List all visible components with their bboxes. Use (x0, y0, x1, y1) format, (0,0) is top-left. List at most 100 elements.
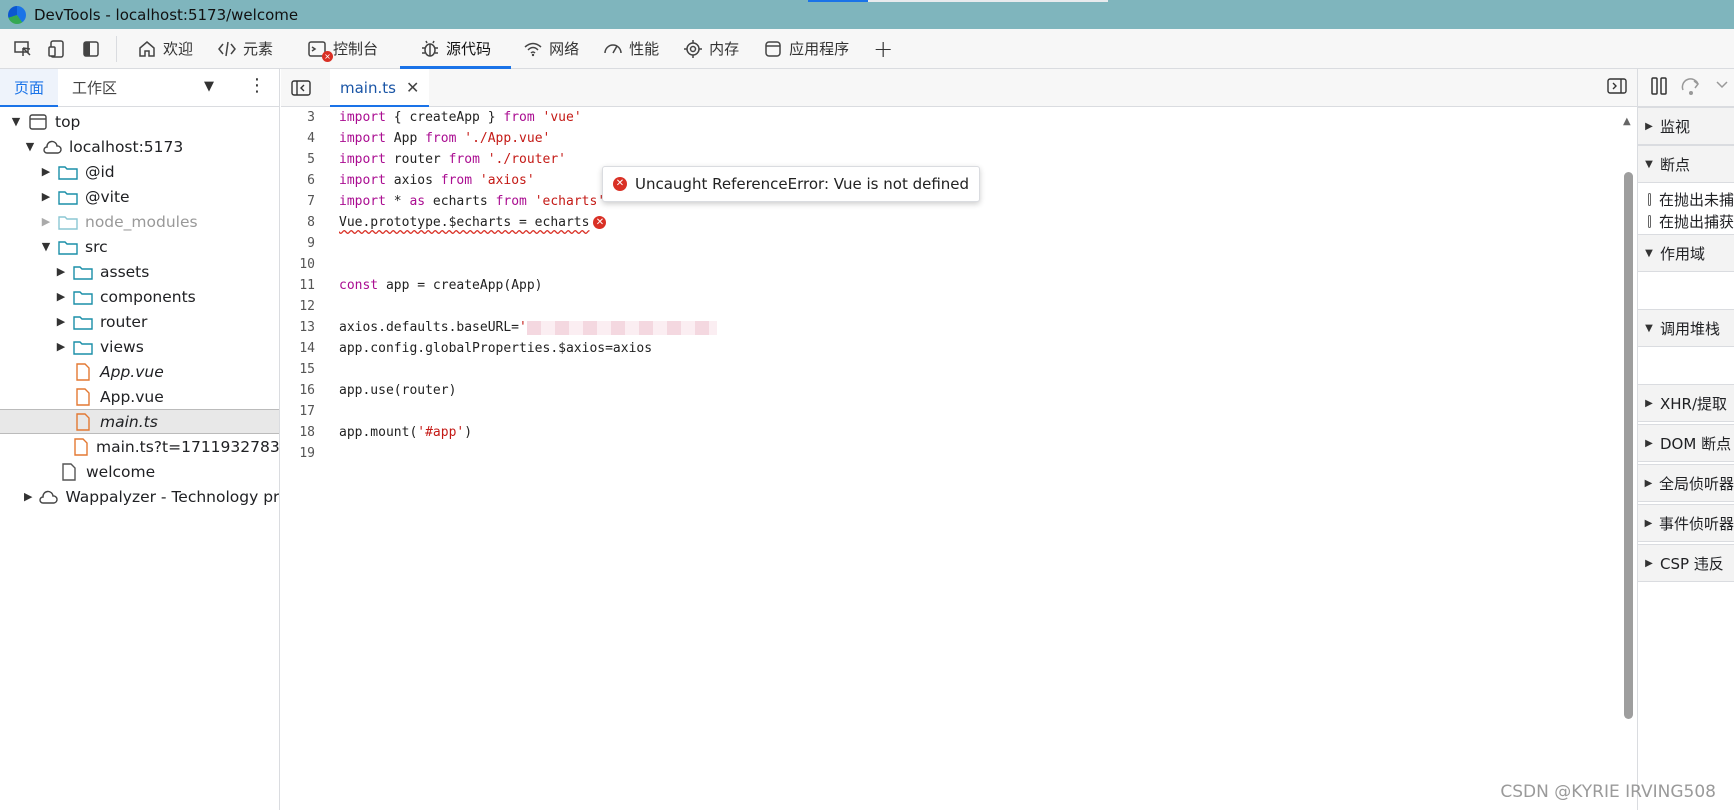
section-global-listeners[interactable]: ▶ 全局侦听器 (1638, 464, 1734, 502)
code-token: from (425, 131, 457, 146)
chevron-down-icon[interactable]: ▼ (204, 79, 214, 94)
line-number: 7 (307, 194, 315, 209)
section-csp-violations[interactable]: ▶ CSP 违反 (1638, 544, 1734, 582)
toggle-navigator-icon[interactable] (281, 79, 321, 96)
tab-label: 内存 (709, 40, 740, 58)
section-scope[interactable]: ▼ 作用域 (1638, 234, 1734, 272)
chip-icon (684, 39, 703, 58)
tree-node[interactable]: ▼ localhost:5173 (0, 134, 279, 159)
checkbox[interactable] (1648, 192, 1651, 206)
section-label: CSP 违反 (1660, 554, 1724, 573)
section-label: 事件侦听器 (1658, 514, 1734, 533)
section-xhr-breakpoints[interactable]: ▶ XHR/提取 (1638, 384, 1734, 422)
tree-node[interactable]: ▼ src (0, 234, 279, 259)
step-into-icon[interactable] (1714, 76, 1728, 100)
section-label: XHR/提取 (1660, 394, 1728, 413)
expanded-triangle-icon[interactable]: ▼ (40, 240, 52, 253)
tree-node[interactable]: App.vue (0, 359, 279, 384)
tree-node[interactable]: ▼ top (0, 109, 279, 134)
tree-node-label: @vite (85, 187, 130, 206)
expanded-triangle-icon[interactable]: ▼ (10, 115, 22, 128)
section-watch[interactable]: ▶ 监视 (1638, 107, 1734, 145)
code-token: app.config.globalProperties.$axios=axios (339, 341, 653, 356)
home-icon (139, 40, 155, 57)
tab-elements[interactable]: 元素 (205, 29, 285, 69)
error-marker-icon[interactable]: ✕ (593, 216, 607, 229)
tree-node[interactable]: ▶ Wappalyzer - Technology pro (0, 484, 279, 509)
file-tab-main-ts[interactable]: main.ts ✕ (330, 68, 430, 107)
tree-node-selected[interactable]: main.ts (0, 409, 279, 434)
section-label: 调用堆栈 (1660, 319, 1721, 338)
folder-icon (58, 238, 78, 256)
folder-icon (73, 263, 93, 281)
collapsed-triangle-icon[interactable]: ▶ (40, 190, 52, 203)
tree-node[interactable]: ▶ views (0, 334, 279, 359)
tree-node-label: top (55, 112, 81, 131)
pause-icon[interactable] (1650, 76, 1668, 100)
tab-label: 应用程序 (789, 40, 850, 58)
code-token: import (339, 194, 386, 209)
tree-node-label: views (100, 337, 144, 356)
code-token: from (503, 110, 535, 125)
tab-label: 源代码 (446, 40, 492, 58)
vertical-scrollbar[interactable] (1624, 172, 1633, 719)
error-tooltip: ✕ Uncaught ReferenceError: Vue is not de… (602, 166, 981, 202)
collapsed-triangle-icon[interactable]: ▶ (40, 215, 52, 228)
code-line-error: 8 Vue.prototype.$echarts = echarts ✕ (281, 212, 1637, 233)
tree-node[interactable]: App.vue (0, 384, 279, 409)
tab-performance[interactable]: 性能 (591, 29, 671, 69)
toggle-debugger-icon[interactable] (1607, 78, 1627, 98)
code-token: 'echarts' (534, 194, 606, 209)
tab-application[interactable]: 应用程序 (751, 29, 861, 69)
tree-node[interactable]: ▶ assets (0, 259, 279, 284)
code-token: from (448, 152, 480, 167)
pause-uncaught-option[interactable]: 在抛出未捕 (1638, 188, 1734, 210)
pause-caught-option[interactable]: 在抛出捕获 (1638, 210, 1734, 232)
code-token: as (409, 194, 426, 209)
tree-node[interactable]: ▶ components (0, 284, 279, 309)
inspect-element-icon[interactable] (6, 32, 40, 66)
code-area[interactable]: 3 import { createApp } from 'vue' 4 import… (281, 107, 1637, 464)
tree-node[interactable]: ▶ router (0, 309, 279, 334)
section-event-listeners[interactable]: ▶ 事件侦听器 (1638, 504, 1734, 542)
add-tool-button[interactable]: + (861, 29, 905, 69)
code-line: 18 app.mount('#app') (281, 422, 1637, 443)
collapsed-triangle-icon[interactable]: ▶ (55, 315, 67, 328)
tree-node-label: @id (85, 162, 115, 181)
tab-workspace[interactable]: 工作区 (58, 69, 131, 107)
section-callstack[interactable]: ▼ 调用堆栈 (1638, 309, 1734, 347)
debugger-pane: ▶ 监视 ▼ 断点 在抛出未捕 在抛出捕获 ▼ 作用域 ▼ 调用堆栈 ▶ XHR/提取 ▶… (1638, 69, 1734, 810)
section-breakpoints[interactable]: ▼ 断点 (1638, 145, 1734, 183)
step-over-icon[interactable] (1680, 76, 1702, 100)
edge-logo-icon (8, 5, 26, 24)
tab-sources[interactable]: 源代码 (400, 29, 512, 69)
checkbox[interactable] (1648, 214, 1651, 228)
tree-node[interactable]: ▶ @id (0, 159, 279, 184)
tab-memory[interactable]: 内存 (671, 29, 751, 69)
collapsed-triangle-icon[interactable]: ▶ (55, 340, 67, 353)
tree-node[interactable]: main.ts?t=17119327831 (0, 434, 279, 459)
collapsed-triangle-icon[interactable]: ▶ (40, 165, 52, 178)
expanded-triangle-icon: ▼ (1645, 322, 1653, 334)
scroll-up-arrow-icon[interactable]: ▲ (1623, 116, 1631, 127)
dock-side-icon[interactable] (74, 32, 108, 66)
line-number: 13 (299, 320, 315, 335)
tab-welcome[interactable]: 欢迎 (125, 29, 205, 69)
expanded-triangle-icon[interactable]: ▼ (24, 140, 36, 153)
tab-console[interactable]: × 控制台 (295, 29, 390, 69)
sources-navigator: 页面 工作区 ▼ ⋮ ▼ top ▼ localhost:5173 ▶ @id … (0, 68, 280, 810)
tab-network[interactable]: 网络 (511, 29, 591, 69)
more-options-icon[interactable]: ⋮ (248, 75, 266, 96)
toolbar-separator (116, 35, 117, 62)
collapsed-triangle-icon[interactable]: ▶ (55, 265, 67, 278)
collapsed-triangle-icon[interactable]: ▶ (24, 490, 32, 503)
tree-node[interactable]: welcome (0, 459, 279, 484)
tree-node[interactable]: ▶ @vite (0, 184, 279, 209)
tree-node[interactable]: ▶ node_modules (0, 209, 279, 234)
device-toggle-icon[interactable] (40, 32, 74, 66)
file-icon (73, 412, 93, 431)
collapsed-triangle-icon[interactable]: ▶ (55, 290, 67, 303)
tab-page[interactable]: 页面 (0, 68, 59, 107)
close-icon[interactable]: ✕ (406, 78, 419, 97)
section-dom-breakpoints[interactable]: ▶ DOM 断点 (1638, 424, 1734, 462)
